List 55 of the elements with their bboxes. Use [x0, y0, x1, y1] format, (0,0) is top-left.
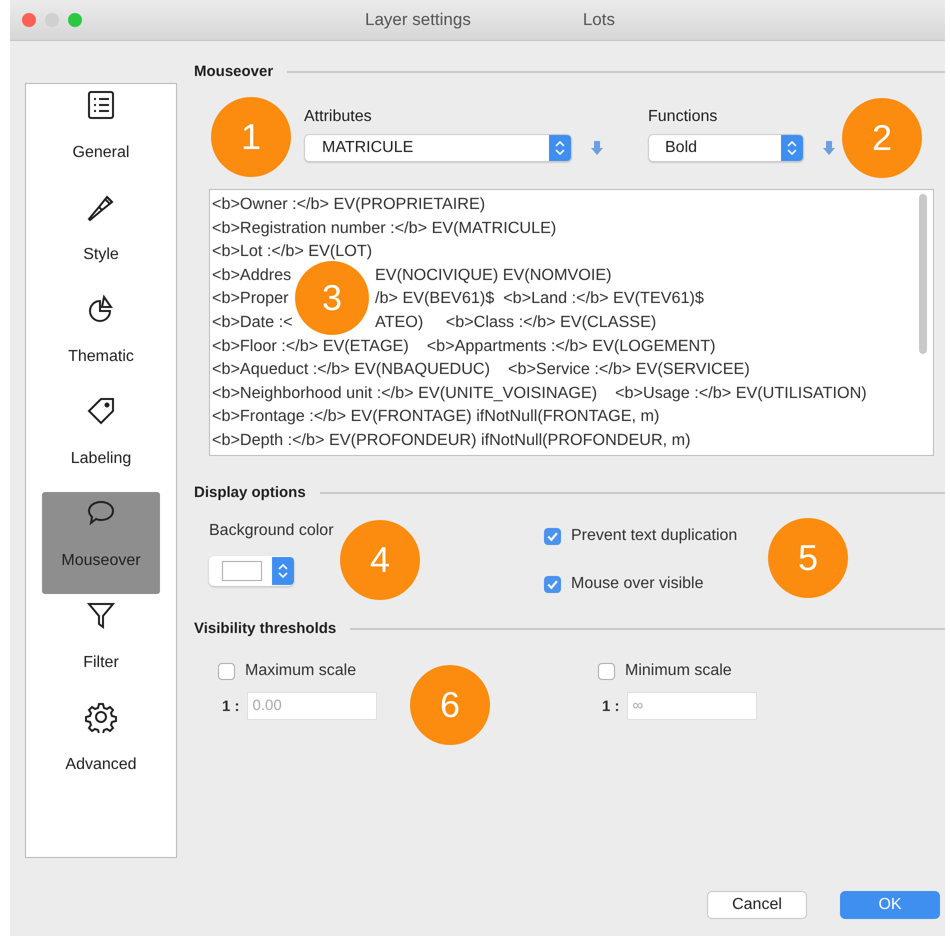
sidebar-item[interactable]: Mouseover [42, 492, 160, 594]
stepper-icon [781, 135, 803, 161]
expression-text: <b>Date :< [212, 312, 293, 331]
checkbox-label: Prevent text duplication [571, 527, 738, 545]
expression-text: <b>Frontage :</b> EV(FRONTAGE) ifNotNull(FRONTAGE, m) [212, 406, 660, 428]
section-heading: Mouseover [194, 63, 274, 80]
scale-prefix: 1 : [222, 698, 240, 714]
window-title: Layer settings [365, 10, 471, 30]
insert-arrow-icon[interactable] [590, 140, 604, 156]
checkbox[interactable] [218, 662, 235, 680]
sidebar-item[interactable]: Advanced [42, 696, 160, 798]
zoom-button[interactable] [68, 13, 82, 27]
expression-text: <b>Depth :</b> EV(PROFONDEUR) ifNotNull(PROFONDEUR, m) [212, 430, 691, 451]
field-label: Attributes [304, 108, 373, 127]
expression-text: ATEO) <b>Class :</b> EV(CLASSE) [375, 312, 656, 333]
attributes-dropdown[interactable]: MATRICULE [304, 134, 572, 162]
expression-text: EV(NOCIVIQUE) EV(NOMVOIE) [375, 264, 612, 286]
section-heading: Display options [194, 484, 306, 501]
tag-icon [85, 395, 117, 427]
sidebar-item[interactable]: Style [42, 186, 160, 288]
sidebar-item[interactable]: General [42, 84, 160, 186]
checkbox[interactable] [598, 662, 615, 680]
checkbox[interactable] [544, 528, 561, 544]
checkbox-label: Mouse over visible [571, 575, 704, 593]
gear-icon [85, 701, 117, 733]
expression-text: <b>Aqueduct :</b> EV(NBAQUEDUC) <b>Service :</b> EV(SERVICEE) [212, 359, 750, 380]
expression-editor[interactable] [209, 189, 934, 456]
cancel-button[interactable]: Cancel [707, 891, 807, 919]
scale-prefix: 1 : [602, 698, 620, 714]
expression-text: <b>Floor :</b> EV(ETAGE) <b>Appartments :</b> EV(LOGEMENT) [212, 336, 716, 357]
expression-text: <b>Owner :</b> EV(PROPRIETAIRE) [212, 194, 486, 215]
sidebar-item[interactable]: Filter [42, 594, 160, 696]
expression-text: <b>Addres [212, 266, 292, 284]
window-subtitle: Lots [582, 10, 615, 30]
insert-arrow-icon[interactable] [822, 140, 836, 156]
expression-text: <b>Lot :</b> EV(LOT) [212, 241, 372, 262]
close-button[interactable] [22, 13, 36, 27]
sidebar-item[interactable]: Thematic [42, 288, 160, 390]
color-picker[interactable] [209, 556, 294, 586]
section-heading: Visibility thresholds [194, 620, 336, 637]
stepper-icon [272, 557, 294, 585]
field-label: Functions [648, 108, 718, 127]
checkbox-label: Maximum scale [245, 662, 356, 680]
expression-text: <b>Registration number :</b> EV(MATRICULE) [212, 218, 556, 239]
expression-text: <b>Proper [212, 289, 288, 308]
stepper-icon [549, 135, 571, 161]
expression-text: <b>Neighborhood unit :</b> EV(UNITE_VOISINAGE) <b>Usage :</b> EV(UTILISATION) [212, 382, 867, 404]
checkbox[interactable] [544, 576, 561, 592]
functions-dropdown[interactable]: Bold [648, 134, 804, 162]
checkbox-label: Minimum scale [625, 662, 732, 680]
scrollbar[interactable] [919, 194, 927, 354]
field-label: Background color [209, 522, 335, 540]
expression-text: /b> EV(BEV61)$ <b>Land :</b> EV(TEV61)$ [375, 288, 704, 310]
list-icon [85, 89, 117, 121]
sidebar-item[interactable]: Labeling [42, 390, 160, 492]
